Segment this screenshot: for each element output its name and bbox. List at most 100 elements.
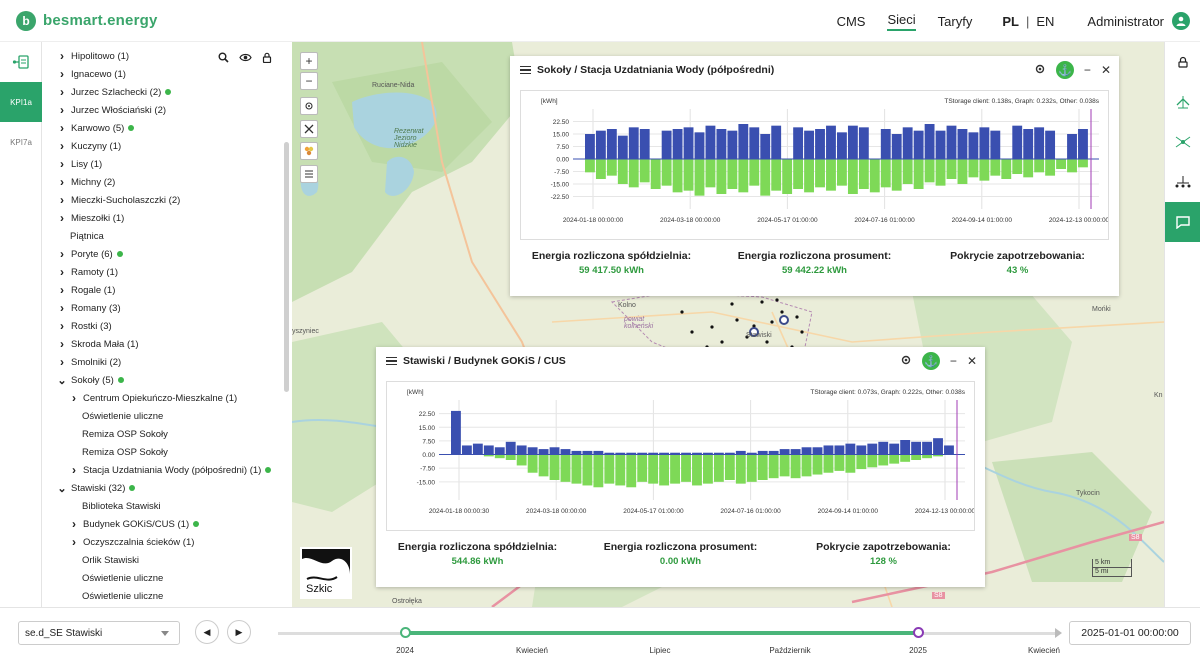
menu-icon[interactable] [520, 64, 531, 77]
chevron-right-icon[interactable]: › [57, 247, 67, 261]
tree-item[interactable]: › Romany (3) [42, 299, 282, 317]
rail-network-button[interactable] [0, 42, 42, 82]
tree-item[interactable]: › Jurzec Włościański (2) [42, 101, 282, 119]
panel-header[interactable]: Stawiski / Budynek GOKiS / CUS [376, 347, 985, 375]
nav-taryfy[interactable]: Taryfy [938, 14, 973, 29]
nav-cms[interactable]: CMS [837, 14, 866, 29]
chevron-right-icon[interactable]: › [57, 265, 67, 279]
chevron-right-icon[interactable]: › [57, 103, 67, 117]
hierarchy-icon[interactable] [1165, 162, 1200, 202]
close-icon[interactable]: ✕ [1101, 63, 1111, 77]
tree-item[interactable]: › Jurzec Szlachecki (2) [42, 83, 282, 101]
tree-item[interactable]: › Michny (2) [42, 173, 282, 191]
layers-icon[interactable] [300, 142, 318, 160]
tree-item[interactable]: › Ramoty (1) [42, 263, 282, 281]
chevron-right-icon[interactable]: › [57, 67, 67, 81]
menu-icon[interactable] [386, 355, 397, 368]
chevron-right-icon[interactable]: › [69, 535, 79, 549]
tree-item[interactable]: Oświetlenie uliczne [42, 407, 282, 425]
chevron-right-icon[interactable]: › [69, 463, 79, 477]
chevron-down-icon[interactable]: ⌄ [57, 482, 67, 495]
tree-item[interactable]: Biblioteka Stawiski [42, 497, 282, 515]
next-button[interactable]: ▶ [227, 620, 251, 644]
close-icon[interactable]: ✕ [967, 354, 977, 368]
chevron-right-icon[interactable]: › [57, 355, 67, 369]
chevron-right-icon[interactable]: › [57, 337, 67, 351]
zoom-out-button[interactable]: − [300, 72, 318, 90]
grid-node-icon[interactable] [1165, 122, 1200, 162]
panel-header[interactable]: Sokoły / Stacja Uzdatniania Wody (półpoś… [510, 56, 1119, 84]
chart-panel-stawiski[interactable]: Stawiski / Budynek GOKiS / CUS ⚓ − ✕ [kW… [376, 347, 985, 587]
tree-item[interactable]: ⌄ Sokoły (5) [42, 371, 282, 389]
lock-icon[interactable] [258, 48, 276, 66]
timeline-end-handle[interactable] [913, 627, 924, 638]
minimize-icon[interactable]: − [950, 354, 957, 368]
rail-kpi7a[interactable]: KPI7a [0, 122, 42, 162]
chevron-right-icon[interactable]: › [57, 193, 67, 207]
tree-item[interactable]: › Mieszołki (1) [42, 209, 282, 227]
chevron-right-icon[interactable]: › [57, 85, 67, 99]
tree-item[interactable]: › Skroda Mała (1) [42, 335, 282, 353]
minimize-icon[interactable]: − [1084, 63, 1091, 77]
tree-item[interactable]: › Lisy (1) [42, 155, 282, 173]
tree-item[interactable]: Orlik Stawiski [42, 551, 282, 569]
lang-pl[interactable]: PL [1002, 14, 1019, 29]
chevron-right-icon[interactable]: › [57, 139, 67, 153]
search-icon[interactable] [214, 48, 232, 66]
chevron-right-icon[interactable]: › [57, 121, 67, 135]
tree-item[interactable]: ⌄ Stawiski (32) [42, 479, 282, 497]
tree-item[interactable]: › Stacja Uzdatniania Wody (półpośredni) (… [42, 461, 282, 479]
date-field[interactable]: 2025-01-01 00:00:00 [1069, 621, 1191, 645]
tree-item[interactable]: › Smolniki (2) [42, 353, 282, 371]
settings-icon[interactable] [900, 354, 912, 369]
rail-kpi1a[interactable]: KPI1a [0, 82, 42, 122]
chevron-right-icon[interactable]: › [57, 283, 67, 297]
tree-scrollbar[interactable] [284, 142, 289, 392]
tree-item[interactable]: › Budynek GOKiS/CUS (1) [42, 515, 282, 533]
user-avatar-icon[interactable] [1172, 12, 1190, 30]
chevron-down-icon[interactable]: ⌄ [57, 374, 67, 387]
tree-item[interactable]: › Karwowo (5) [42, 119, 282, 137]
minimap[interactable]: Szkic [300, 547, 352, 599]
chart-panel-sokoly[interactable]: Sokoły / Stacja Uzdatniania Wody (półpoś… [510, 56, 1119, 296]
tree-item[interactable]: Oświetlenie uliczne [42, 587, 282, 605]
chevron-right-icon[interactable]: › [69, 517, 79, 531]
zoom-in-button[interactable]: + [300, 52, 318, 70]
chevron-right-icon[interactable]: › [57, 301, 67, 315]
eye-icon[interactable] [236, 48, 254, 66]
chevron-right-icon[interactable]: › [69, 391, 79, 405]
chevron-right-icon[interactable]: › [57, 319, 67, 333]
tree-item[interactable]: Remiza OSP Sokoły [42, 425, 282, 443]
anchor-icon[interactable]: ⚓ [1055, 61, 1074, 79]
brand-logo[interactable]: b besmart.energy [16, 10, 158, 31]
substation-icon[interactable] [1165, 82, 1200, 122]
prev-button[interactable]: ◀ [195, 620, 219, 644]
site-select[interactable]: se.d_SE Stawiski [18, 621, 180, 645]
timeline-start-handle[interactable] [400, 627, 411, 638]
comment-icon[interactable] [1165, 202, 1200, 242]
tree-item[interactable]: Piątnica [42, 227, 282, 245]
anchor-icon[interactable]: ⚓ [921, 352, 940, 370]
user-name[interactable]: Administrator [1087, 14, 1164, 29]
chevron-right-icon[interactable]: › [57, 211, 67, 225]
tree-item[interactable]: › Rostki (3) [42, 317, 282, 335]
tree-item[interactable]: › Kuczyny (1) [42, 137, 282, 155]
lang-en[interactable]: EN [1036, 14, 1054, 29]
chevron-right-icon[interactable]: › [57, 175, 67, 189]
settings-icon[interactable] [1034, 63, 1046, 78]
tree-item[interactable]: Remiza OSP Sokoły [42, 443, 282, 461]
tree-item[interactable]: › Rogale (1) [42, 281, 282, 299]
tree-item[interactable]: › Mieczki-Sucholaszczki (2) [42, 191, 282, 209]
timeline-slider[interactable]: 2024 Kwiecień Lipiec Październik 2025 Kw… [278, 627, 1062, 655]
chevron-right-icon[interactable]: › [57, 157, 67, 171]
tree-item[interactable]: › Poryte (6) [42, 245, 282, 263]
fullscreen-icon[interactable] [300, 120, 318, 138]
filter-icon[interactable] [300, 165, 318, 183]
tree-item[interactable]: › Ignacewo (1) [42, 65, 282, 83]
chevron-right-icon[interactable]: › [57, 49, 67, 63]
locate-icon[interactable] [300, 97, 318, 115]
tree-item[interactable]: › Oczyszczalnia ścieków (1) [42, 533, 282, 551]
tree-item[interactable]: › Centrum Opiekuńczo-Mieszkalne (1) [42, 389, 282, 407]
nav-sieci[interactable]: Sieci [887, 12, 916, 31]
tree-item[interactable]: Oświetlenie uliczne [42, 569, 282, 587]
